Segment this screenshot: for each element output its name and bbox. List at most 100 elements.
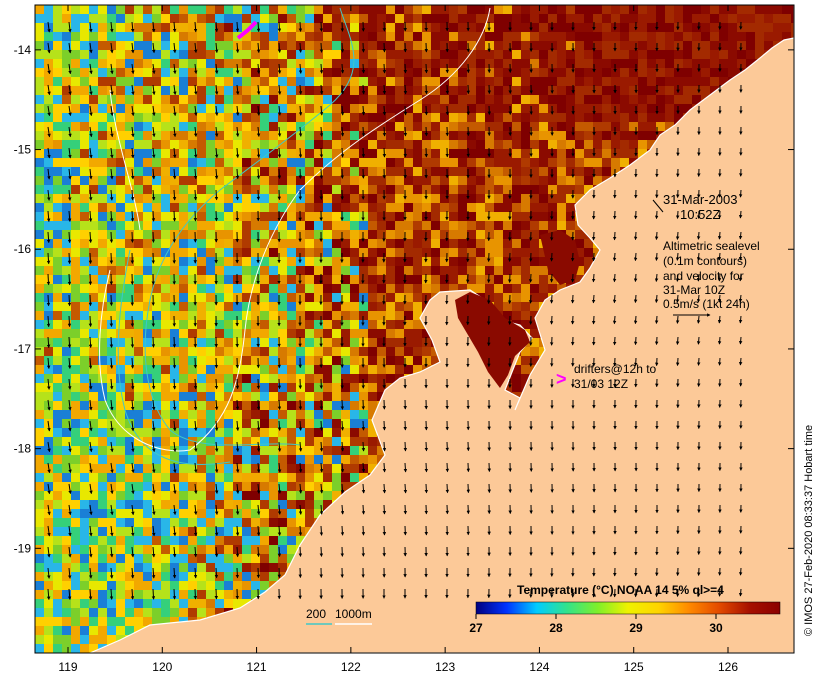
sst-cell [269, 203, 278, 212]
sst-cell [701, 41, 710, 50]
sst-cell [206, 95, 215, 104]
sst-cell [179, 284, 188, 293]
sst-cell [359, 77, 368, 86]
sst-cell [332, 464, 341, 473]
sst-cell [62, 410, 71, 419]
sst-cell [287, 239, 296, 248]
sst-cell [179, 113, 188, 122]
sst-cell [440, 248, 449, 257]
sst-cell [296, 14, 305, 23]
sst-cell [35, 275, 44, 284]
sst-cell [260, 338, 269, 347]
sst-cell [710, 32, 719, 41]
sst-cell [170, 140, 179, 149]
sst-cell [269, 374, 278, 383]
sst-cell [755, 32, 764, 41]
sst-cell [575, 23, 584, 32]
sst-cell [251, 311, 260, 320]
sst-cell [260, 428, 269, 437]
sst-cell [35, 446, 44, 455]
sst-cell [53, 446, 62, 455]
sst-cell [170, 284, 179, 293]
sst-cell [458, 113, 467, 122]
sst-cell [305, 302, 314, 311]
sst-cell [350, 419, 359, 428]
sst-cell [278, 473, 287, 482]
sst-cell [566, 122, 575, 131]
sst-cell [134, 365, 143, 374]
sst-cell [224, 266, 233, 275]
sst-cell [278, 266, 287, 275]
sst-cell [620, 104, 629, 113]
sst-cell [503, 14, 512, 23]
sst-cell [521, 59, 530, 68]
sst-cell [314, 239, 323, 248]
sst-cell [566, 194, 575, 203]
sst-cell [314, 293, 323, 302]
sst-cell [242, 527, 251, 536]
sst-cell [368, 320, 377, 329]
sst-cell [539, 104, 548, 113]
sst-cell [71, 455, 80, 464]
sst-cell [179, 509, 188, 518]
sst-cell [44, 491, 53, 500]
sst-cell [422, 77, 431, 86]
sst-cell [98, 437, 107, 446]
sst-cell [53, 185, 62, 194]
sst-cell [116, 239, 125, 248]
sst-cell [476, 203, 485, 212]
sst-cell [260, 275, 269, 284]
sst-cell [575, 113, 584, 122]
sst-cell [332, 212, 341, 221]
sst-cell [116, 257, 125, 266]
sst-cell [584, 122, 593, 131]
sst-cell [287, 86, 296, 95]
sst-cell [314, 185, 323, 194]
sst-cell [80, 518, 89, 527]
sst-cell [503, 266, 512, 275]
sst-cell [242, 383, 251, 392]
sst-cell [323, 491, 332, 500]
sst-cell [530, 5, 539, 14]
sst-cell [359, 329, 368, 338]
sst-cell [557, 203, 566, 212]
sst-cell [413, 149, 422, 158]
sst-cell [242, 104, 251, 113]
sst-cell [224, 23, 233, 32]
sst-cell [224, 203, 233, 212]
sst-cell [107, 428, 116, 437]
sst-cell [566, 113, 575, 122]
sst-cell [494, 221, 503, 230]
sst-cell [449, 221, 458, 230]
sst-cell [206, 347, 215, 356]
sst-cell [521, 32, 530, 41]
sst-cell [539, 95, 548, 104]
sst-cell [566, 221, 575, 230]
sst-cell [287, 482, 296, 491]
sst-cell [215, 158, 224, 167]
sst-cell [458, 14, 467, 23]
sst-cell [440, 5, 449, 14]
sst-cell [332, 140, 341, 149]
sst-cell [557, 77, 566, 86]
sst-cell [251, 95, 260, 104]
sst-cell [296, 32, 305, 41]
sst-cell [458, 185, 467, 194]
sst-cell [125, 221, 134, 230]
sst-cell [584, 50, 593, 59]
sst-cell [449, 194, 458, 203]
sst-cell [332, 437, 341, 446]
sst-cell [566, 5, 575, 14]
sst-cell [197, 41, 206, 50]
sst-cell [305, 437, 314, 446]
sst-cell [305, 356, 314, 365]
sst-cell [251, 77, 260, 86]
sst-cell [134, 113, 143, 122]
sst-cell [530, 221, 539, 230]
sst-cell [53, 437, 62, 446]
sst-cell [440, 194, 449, 203]
sst-cell [782, 14, 791, 23]
sst-cell [134, 86, 143, 95]
sst-cell [53, 5, 62, 14]
sst-cell [269, 86, 278, 95]
